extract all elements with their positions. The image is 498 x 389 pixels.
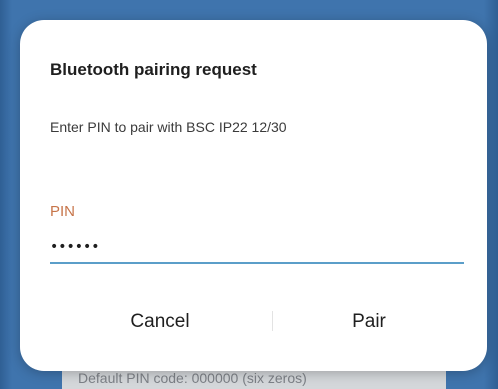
default-pin-hint: Default PIN code: 000000 (six zeros)	[62, 368, 446, 389]
cancel-button[interactable]: Cancel	[60, 302, 260, 342]
screen: { "background": { "hint_text": "Default …	[0, 0, 498, 389]
pin-field-label: PIN	[50, 203, 76, 220]
pin-input[interactable]	[50, 232, 464, 264]
backdrop-edge-left	[0, 0, 12, 389]
dialog-title: Bluetooth pairing request	[50, 60, 257, 79]
bluetooth-pairing-dialog: Bluetooth pairing request Enter PIN to p…	[20, 20, 487, 371]
dialog-message: Enter PIN to pair with BSC IP22 12/30	[50, 119, 287, 135]
pair-button[interactable]: Pair	[269, 302, 469, 342]
